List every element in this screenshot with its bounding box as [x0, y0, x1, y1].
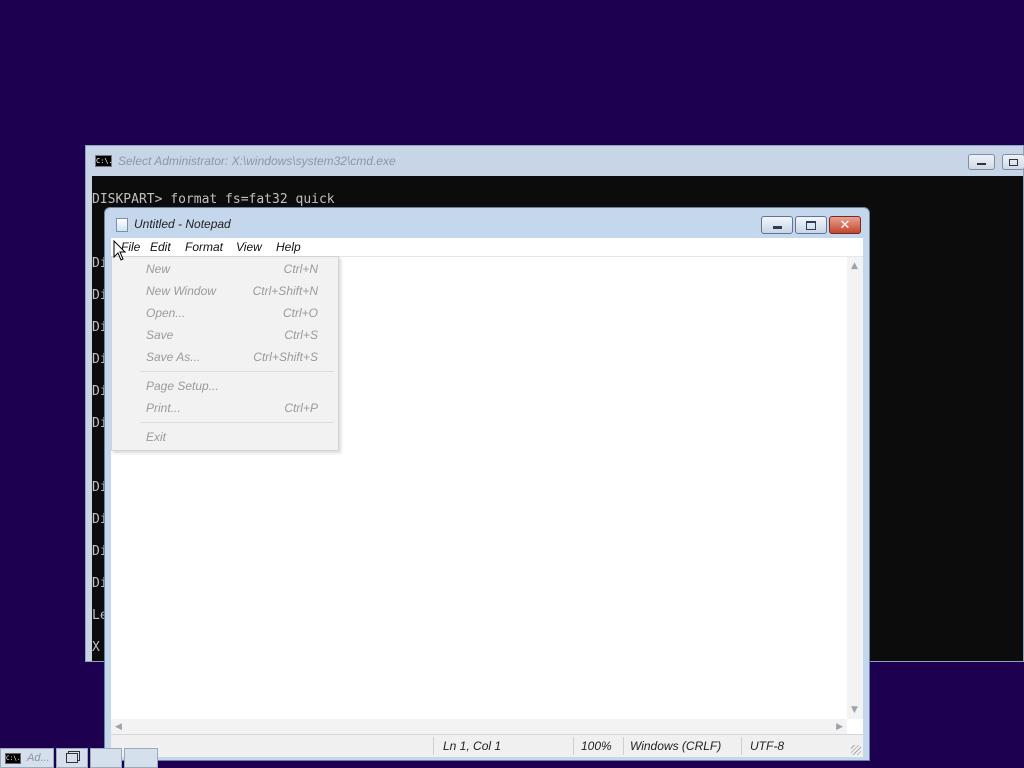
menu-format[interactable]: Format [185, 238, 223, 256]
menu-item-shortcut: Ctrl+P [284, 401, 318, 415]
menu-item-label: Open... [146, 306, 186, 320]
menu-item-page-setup[interactable]: Page Setup... [112, 375, 338, 397]
console-line: DISKPART> format fs=fat32 quick [92, 192, 335, 207]
menu-help[interactable]: Help [276, 238, 301, 256]
scroll-left-icon[interactable]: ◀ [115, 722, 122, 732]
menu-item-shortcut: Ctrl+O [282, 306, 318, 320]
notepad-title: Untitled - Notepad [134, 217, 231, 231]
close-button[interactable]: ✕ [829, 216, 861, 234]
taskbar-label: Ad... [27, 752, 50, 764]
taskbar-blank-button[interactable] [90, 748, 122, 768]
taskbar-cmd-button[interactable]: C:\. Ad... [0, 748, 54, 768]
cmd-titlebar[interactable]: C:\. Select Administrator: X:\windows\sy… [86, 146, 1024, 176]
menu-item-shortcut: Ctrl+Shift+S [253, 350, 318, 364]
scroll-down-icon[interactable]: ▼ [851, 705, 858, 715]
menu-bar: File Edit Format View Help [111, 238, 863, 256]
vertical-scrollbar[interactable]: ▲ ▼ [847, 257, 863, 719]
menu-item-new[interactable]: New Ctrl+N [112, 258, 338, 280]
mouse-pointer-icon [113, 240, 127, 261]
menu-item-shortcut: Ctrl+Shift+N [252, 284, 318, 298]
cmd-window-title: Select Administrator: X:\windows\system3… [118, 154, 396, 168]
menu-separator [140, 371, 334, 372]
status-position: Ln 1, Col 1 [443, 739, 502, 753]
minimize-icon [772, 226, 782, 229]
taskbar-blank-button[interactable] [124, 748, 158, 768]
notepad-icon [116, 218, 128, 232]
menu-edit[interactable]: Edit [150, 238, 171, 256]
status-divider [573, 737, 574, 755]
cmd-minimize-button[interactable] [968, 154, 995, 170]
menu-item-print[interactable]: Print... Ctrl+P [112, 397, 338, 419]
menu-item-label: New Window [146, 284, 216, 298]
cmd-icon: C:\. [5, 752, 21, 764]
cmd-icon: C:\. [95, 155, 113, 167]
menu-item-label: New [146, 262, 171, 276]
scroll-up-icon[interactable]: ▲ [851, 261, 858, 271]
menu-item-label: Page Setup... [146, 379, 219, 393]
status-bar: Ln 1, Col 1 100% Windows (CRLF) UTF-8 [111, 734, 863, 757]
status-line-ending: Windows (CRLF) [630, 739, 722, 753]
maximize-icon [1009, 159, 1018, 166]
notepad-titlebar[interactable]: Untitled - Notepad ✕ [105, 208, 869, 238]
menu-item-exit[interactable]: Exit [112, 426, 338, 448]
taskbar-window-button[interactable] [56, 748, 88, 768]
menu-item-save[interactable]: Save Ctrl+S [112, 324, 338, 346]
minimize-button[interactable] [761, 216, 793, 234]
menu-item-new-window[interactable]: New Window Ctrl+Shift+N [112, 280, 338, 302]
cmd-maximize-button[interactable] [1002, 154, 1024, 170]
menu-view[interactable]: View [236, 238, 262, 256]
menu-item-label: Exit [146, 430, 167, 444]
resize-grip-icon[interactable] [851, 745, 861, 755]
status-zoom: 100% [581, 739, 612, 753]
menu-item-open[interactable]: Open... Ctrl+O [112, 302, 338, 324]
maximize-button[interactable] [795, 216, 827, 234]
status-divider [741, 737, 742, 755]
status-divider [433, 737, 434, 755]
menu-item-label: Save [146, 328, 174, 342]
menu-separator [140, 422, 334, 423]
close-icon: ✕ [839, 217, 851, 233]
menu-item-label: Print... [146, 401, 181, 415]
status-encoding: UTF-8 [750, 739, 784, 753]
minimize-icon [977, 163, 986, 165]
horizontal-scrollbar[interactable]: ◀ ▶ [111, 719, 847, 735]
menu-item-shortcut: Ctrl+N [283, 262, 318, 276]
menu-item-shortcut: Ctrl+S [284, 328, 318, 342]
menu-item-save-as[interactable]: Save As... Ctrl+Shift+S [112, 346, 338, 368]
status-divider [623, 737, 624, 755]
console-line: X [92, 640, 100, 655]
menu-item-label: Save As... [146, 350, 201, 364]
restore-windows-icon [66, 753, 78, 763]
maximize-icon [806, 220, 816, 230]
scroll-right-icon[interactable]: ▶ [836, 722, 843, 732]
file-menu-dropdown: New Ctrl+N New Window Ctrl+Shift+N Open.… [111, 256, 339, 451]
